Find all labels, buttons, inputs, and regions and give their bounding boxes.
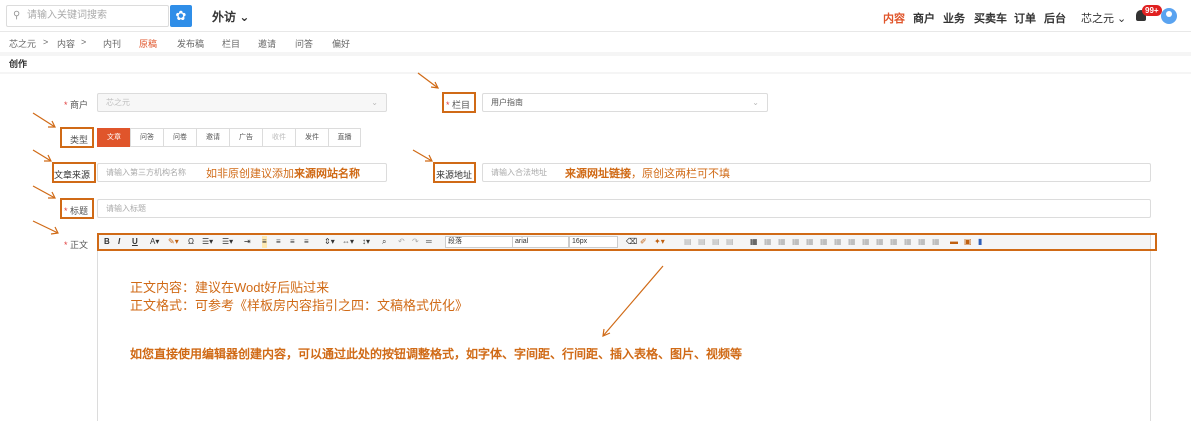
- arrow-title: [32, 185, 56, 199]
- arrow-body: [32, 220, 59, 235]
- annotation-arrows: [32, 72, 664, 337]
- arrow-source-url: [412, 149, 433, 162]
- arrow-column: [417, 72, 440, 89]
- arrow-toolbar: [602, 265, 664, 337]
- arrow-type: [32, 112, 56, 128]
- arrow-source: [32, 149, 52, 162]
